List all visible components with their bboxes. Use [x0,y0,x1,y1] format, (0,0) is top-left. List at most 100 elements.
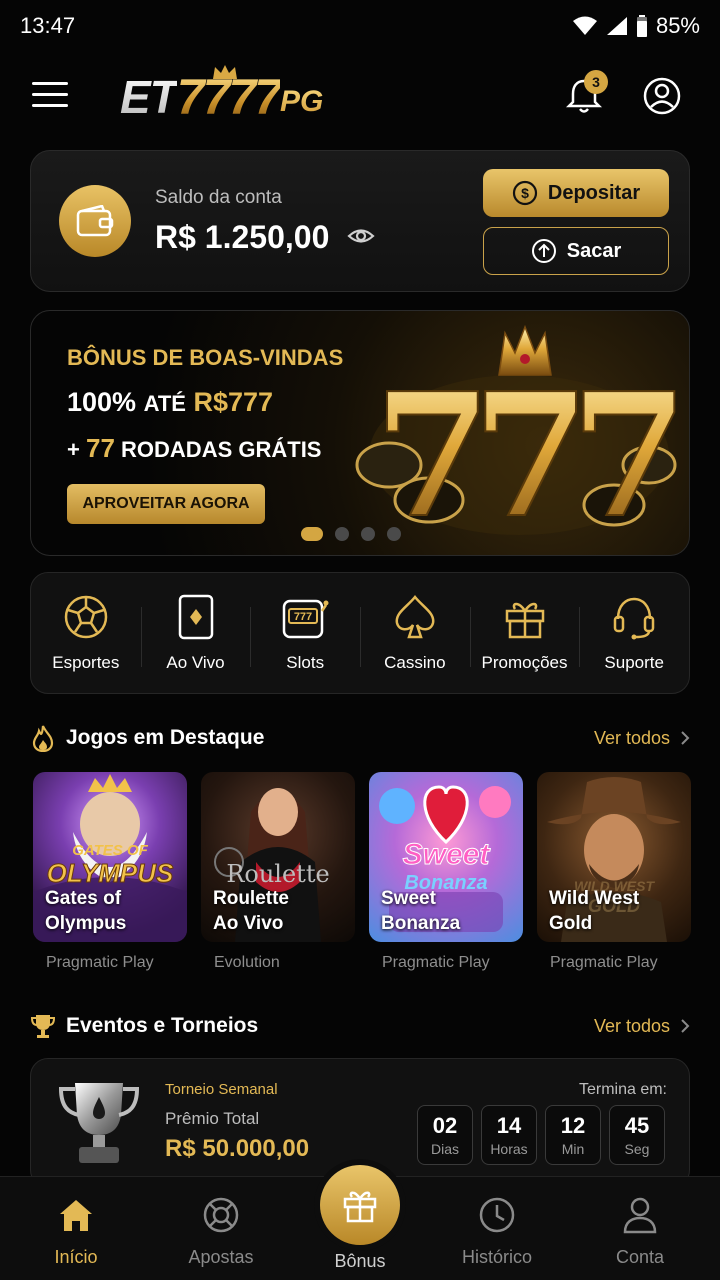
playing-card-icon [178,594,213,640]
deposit-button[interactable]: $ Depositar [483,169,669,217]
bottom-nav: Início Apostas Bônus Histórico Conta [0,1165,720,1280]
nav-bets[interactable]: Apostas [166,1195,276,1268]
game-provider: Evolution [214,954,280,971]
menu-icon[interactable] [32,82,68,110]
game-card[interactable]: WILD WEST GOLD Wild West Gold Pragmatic P… [537,772,691,972]
headset-icon [613,597,655,640]
quick-menu-label: Ao Vivo [166,653,225,672]
events-header: Eventos e Torneios Ver todos [30,1008,690,1044]
quick-menu-slots[interactable]: 777 Slots [250,573,360,693]
prize-label: Prêmio Total [165,1109,260,1128]
lifebuoy-icon [203,1197,239,1233]
countdown-timer: 02 Dias 14 Horas 12 Min 45 Seg [417,1105,665,1165]
game-card[interactable]: GATES OF OLYMPUS Gates of Olympus Pragmat… [33,772,187,972]
quick-menu-label: Slots [286,653,325,672]
logo-et: ET [120,71,178,123]
chevron-right-icon [681,731,690,745]
home-icon [60,1200,92,1231]
gift-icon [505,602,544,639]
see-all-label: Ver todos [593,1015,670,1036]
quick-menu: Esportes Ao Vivo 777 Slots Cassino Promo… [30,572,690,694]
svg-text:$: $ [521,185,529,201]
quick-menu-live[interactable]: Ao Vivo [140,573,251,693]
quick-menu-support[interactable]: Suporte [579,573,689,693]
featured-header: Jogos em Destaque Ver todos [30,720,690,756]
see-all-label: Ver todos [593,727,670,748]
game-thumbnail[interactable]: WILD WEST GOLD Wild West Gold [537,772,691,942]
game-name: Gates of Olympus [45,888,127,934]
nav-label: Bônus [334,1251,386,1271]
carousel-dot[interactable] [387,527,401,541]
carousel-dot[interactable] [335,527,349,541]
game-provider: Pragmatic Play [382,954,490,971]
game-art-title: GATES OF [72,842,148,859]
quick-menu-promotions[interactable]: Promoções [469,573,580,693]
status-time: 13:47 [20,13,76,38]
promo-banner[interactable]: BÔNUS DE BOAS-VINDAS 100% ATÉ R$777 + 77… [30,310,690,556]
game-art-title: Sweet [402,838,490,872]
withdraw-button[interactable]: Sacar [483,227,669,275]
game-card[interactable]: Sweet Bonanza Sweet Bonanza Pragmatic Pla… [369,772,523,972]
countdown-days: 02 Dias [417,1105,473,1165]
featured-games-row: GATES OF OLYMPUS Gates of Olympus Pragmat… [33,772,713,982]
slot-machine-icon: 777 [282,599,329,639]
game-card[interactable]: Roulette Roulette Ao Vivo Evolution [201,772,355,972]
nav-label: Conta [615,1247,665,1267]
signal-icon [606,17,627,35]
eye-icon[interactable] [347,225,375,247]
game-thumbnail[interactable]: Roulette Roulette Ao Vivo [201,772,355,942]
user-icon [623,1197,657,1234]
quick-menu-label: Esportes [52,653,120,672]
game-thumbnail[interactable]: Sweet Bonanza Sweet Bonanza [369,772,523,942]
nav-history[interactable]: Histórico [442,1195,552,1268]
soccer-ball-icon [64,595,108,639]
see-all-events-link[interactable]: Ver todos [594,1016,690,1037]
tournament-tag: Torneio Semanal [165,1081,278,1098]
svg-text:777: 777 [294,611,312,623]
carousel-dot[interactable] [301,527,323,541]
carousel-dot[interactable] [361,527,375,541]
section-title: Eventos e Torneios [66,1014,259,1037]
nav-home[interactable]: Início [21,1195,131,1268]
silver-trophy-icon [58,1083,140,1163]
game-name: Wild West Gold [549,888,640,934]
spade-icon [395,595,435,639]
balance-card: Saldo da conta R$ 1.250,00 $ Depositar S… [30,150,690,292]
ends-label: Termina em: [578,1081,667,1098]
flame-icon [32,725,54,752]
quick-menu-sports[interactable]: Esportes [31,573,141,693]
svg-text:777: 777 [374,356,676,553]
gift-icon [343,1191,377,1223]
claim-bonus-button[interactable]: APROVEITAR AGORA [67,484,265,524]
countdown-hours: 14 Horas [481,1105,537,1165]
countdown-seconds: 45 Seg [609,1105,665,1165]
logo-pg: PG [280,82,323,122]
game-name: Sweet Bonanza [381,888,461,934]
banner-title: BÔNUS DE BOAS-VINDAS [67,345,344,370]
profile-icon[interactable] [642,76,682,116]
nav-bonus[interactable] [320,1165,400,1245]
game-provider: Pragmatic Play [46,954,154,971]
notification-badge: 3 [584,70,608,94]
banner-free-spins: + 77 RODADAS GRÁTIS [67,433,322,463]
quick-menu-label: Suporte [604,653,664,672]
quick-menu-casino[interactable]: Cassino [360,573,470,693]
section-title: Jogos em Destaque [66,726,265,749]
prize-value: R$ 50.000,00 [165,1135,310,1162]
balance-label: Saldo da conta [155,187,282,208]
battery-icon [636,15,647,37]
upload-icon [531,239,556,263]
game-thumbnail[interactable]: GATES OF OLYMPUS Gates of Olympus [33,772,187,942]
nav-label: Início [54,1247,98,1267]
sevens-art: 777 [355,324,689,553]
see-all-games-link[interactable]: Ver todos [594,728,690,749]
carousel-dots[interactable] [301,527,401,541]
balance-value: R$ 1.250,00 [155,219,330,255]
quick-menu-label: Promoções [481,653,568,672]
nav-label: Histórico [461,1247,532,1267]
nav-account[interactable]: Conta [585,1195,695,1268]
wallet-icon [59,185,131,257]
status-bar: 13:47 85% [0,0,720,52]
coin-icon: $ [512,180,537,206]
quick-menu-label: Cassino [384,653,446,672]
